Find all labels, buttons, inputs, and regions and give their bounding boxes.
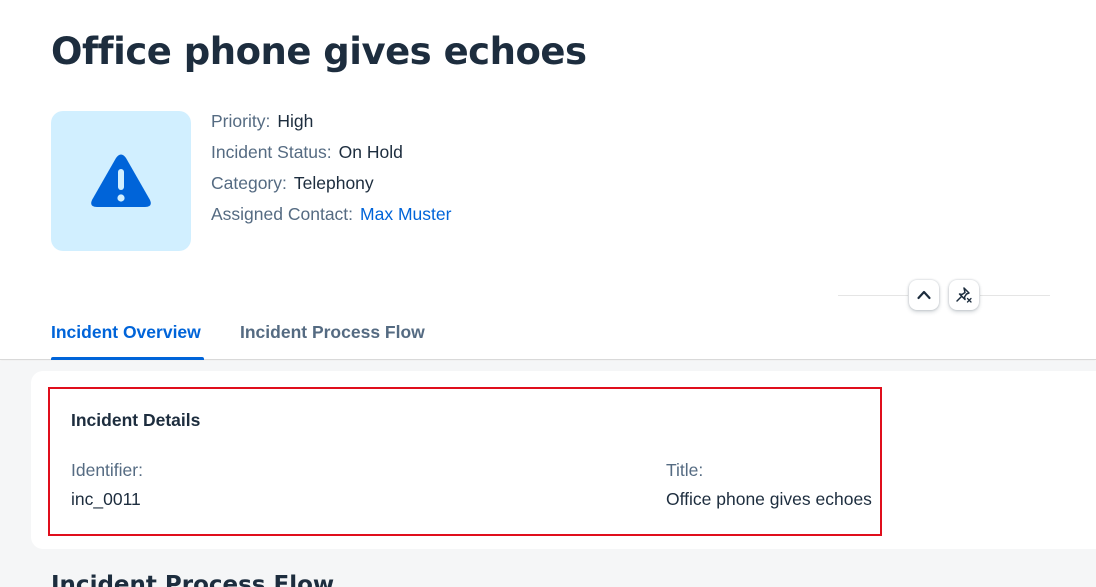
status-label: Incident Status: (211, 142, 332, 162)
assigned-contact-label: Assigned Contact: (211, 204, 354, 224)
header-divider-right (980, 295, 1050, 296)
collapse-header-button[interactable] (909, 280, 939, 310)
priority-value: High (277, 111, 314, 131)
assigned-contact-attribute: Assigned Contact: Max Muster (211, 203, 451, 234)
section-title-incident-details: Incident Details (71, 410, 201, 430)
status-value: On Hold (338, 142, 403, 162)
category-value: Telephony (293, 173, 374, 193)
category-attribute: Category: Telephony (211, 172, 451, 203)
status-attribute: Incident Status: On Hold (211, 141, 451, 172)
selected-tab-indicator (51, 357, 204, 360)
warning-triangle-icon (91, 154, 151, 207)
page-title: Office phone gives echoes (51, 30, 587, 73)
identifier-label: Identifier: (71, 460, 143, 480)
category-label: Category: (211, 173, 287, 193)
avatar (51, 111, 191, 251)
unpin-icon (956, 287, 972, 303)
header-divider-left (838, 295, 908, 296)
identifier-value: inc_0011 (71, 489, 141, 509)
tab-incident-overview[interactable]: Incident Overview (51, 322, 201, 343)
title-label: Title: (666, 460, 704, 480)
chevron-up-icon (917, 290, 931, 300)
section-title-incident-process-flow: Incident Process Flow (51, 572, 335, 587)
unpin-header-button[interactable] (949, 280, 979, 310)
object-page-header: Office phone gives echoes Priority: High … (0, 0, 1096, 360)
priority-attribute: Priority: High (211, 110, 451, 141)
priority-label: Priority: (211, 111, 271, 131)
assigned-contact-link[interactable]: Max Muster (360, 204, 451, 224)
title-value: Office phone gives echoes (666, 489, 872, 509)
tab-bar: Incident Overview Incident Process Flow (0, 310, 1096, 360)
tab-incident-process-flow[interactable]: Incident Process Flow (240, 322, 425, 343)
header-attributes: Priority: High Incident Status: On Hold Ca… (211, 110, 451, 234)
